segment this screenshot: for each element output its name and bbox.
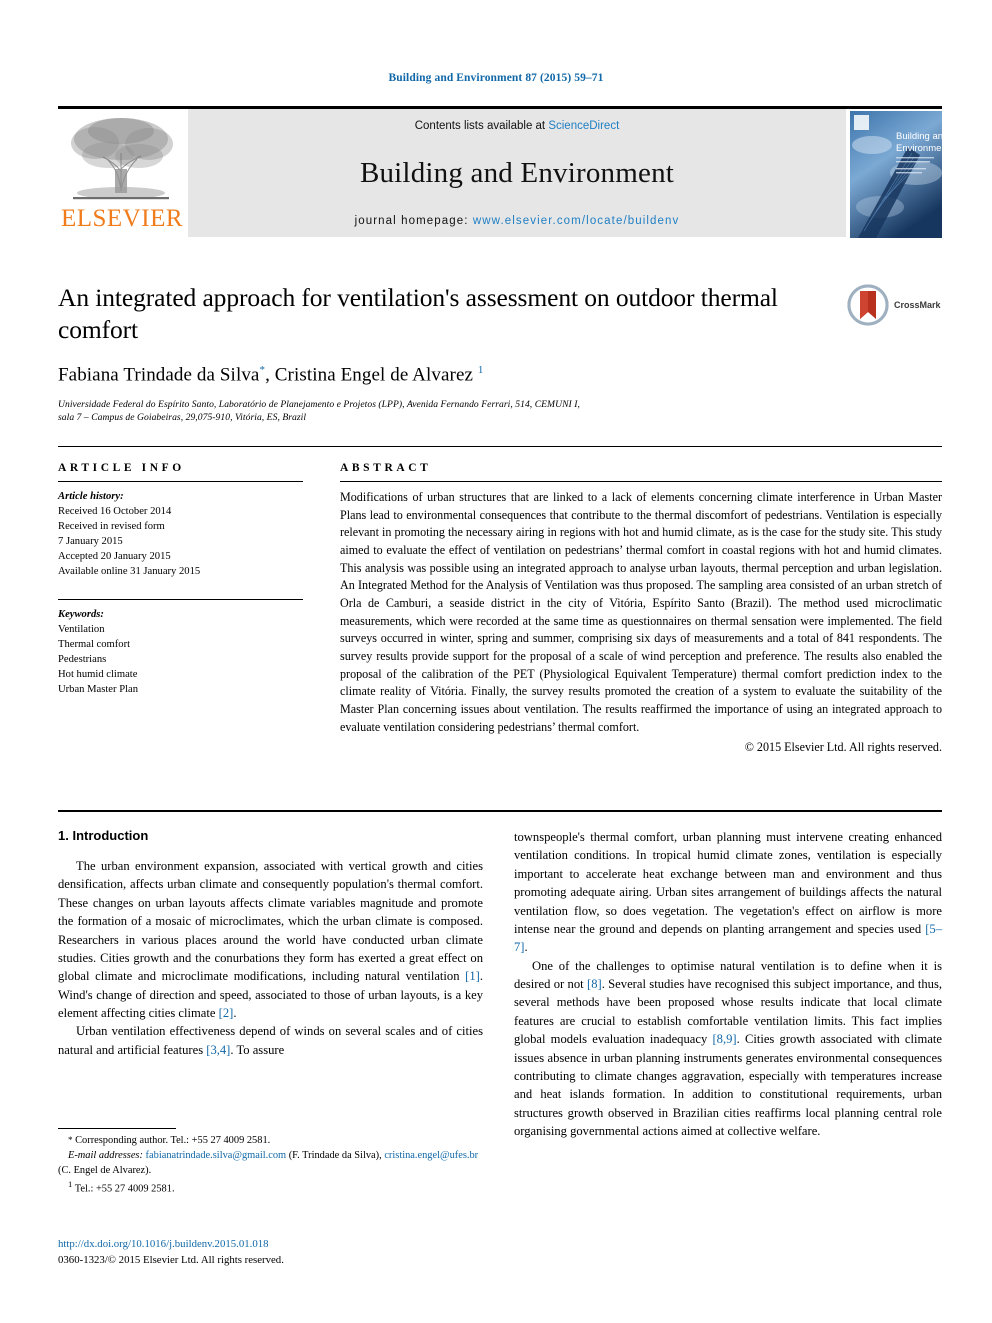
cover-artwork: Building and Environment <box>850 111 942 238</box>
email-link-2[interactable]: cristina.engel@ufes.br <box>384 1150 478 1161</box>
journal-masthead: ELSEVIER Contents lists available at Sci… <box>58 106 942 238</box>
contents-prefix: Contents lists available at <box>414 120 549 132</box>
paragraph: townspeople's thermal comfort, urban pla… <box>514 830 942 955</box>
abstract-copyright: © 2015 Elsevier Ltd. All rights reserved… <box>744 740 942 755</box>
abstract-text: Modifications of urban structures that a… <box>340 490 942 734</box>
title-block: An integrated approach for ventilation's… <box>58 282 942 425</box>
page-title: An integrated approach for ventilation's… <box>58 283 778 345</box>
abstract-column: ABSTRACT Modifications of urban structur… <box>340 462 942 755</box>
citation-ref[interactable]: [2] <box>219 1006 234 1020</box>
article-history-group: Article history: Received 16 October 201… <box>58 489 303 579</box>
abstract-heading: ABSTRACT <box>340 462 432 474</box>
journal-homepage-line: journal homepage: www.elsevier.com/locat… <box>355 215 680 227</box>
doi-block: http://dx.doi.org/10.1016/j.buildenv.201… <box>58 1236 483 1268</box>
author-2: Cristina Engel de Alvarez <box>274 364 474 386</box>
journal-title: Building and Environment <box>359 157 675 189</box>
author-2-footnote-mark: 1 <box>477 364 484 377</box>
article-info-heading: ARTICLE INFO <box>58 462 185 474</box>
paragraph: The urban environment expansion, associa… <box>58 859 483 1020</box>
divider-above-abstract <box>58 446 942 447</box>
keyword-item: Ventilation <box>58 624 105 636</box>
author-footnote-1: 1 Tel.: +55 27 4009 2581. <box>58 1178 483 1197</box>
body-left-column: 1. Introduction The urban environment ex… <box>58 828 483 1059</box>
citation-ref[interactable]: [8] <box>587 977 602 991</box>
cover-title-2: Environment <box>896 143 942 154</box>
homepage-url-link[interactable]: www.elsevier.com/locate/buildenv <box>473 215 680 227</box>
footnote-mark-1: 1 <box>68 1179 73 1190</box>
affiliation-line-2: sala 7 – Campus de Goiabeiras, 29,075-91… <box>58 412 307 424</box>
issn-copyright-line: 0360-1323/© 2015 Elsevier Ltd. All right… <box>58 1254 284 1267</box>
body-right-column: townspeople's thermal comfort, urban pla… <box>514 828 942 1140</box>
journal-cover-image: Building and Environment <box>850 111 942 238</box>
affiliation: Universidade Federal do Espírito Santo, … <box>58 398 778 426</box>
doi-link[interactable]: http://dx.doi.org/10.1016/j.buildenv.201… <box>58 1236 483 1252</box>
elsevier-wordmark: ELSEVIER <box>60 205 184 232</box>
footnotes: * Corresponding author. Tel.: +55 27 400… <box>58 1128 483 1198</box>
keyword-item: Pedestrians <box>58 654 107 666</box>
keywords-label: Keywords: <box>58 609 104 621</box>
history-item: Available online 31 January 2015 <box>58 566 201 578</box>
email-owner-1: (F. Trindade da Silva), <box>288 1149 382 1161</box>
citation-ref[interactable]: [5–7] <box>514 922 942 954</box>
paragraph: One of the challenges to optimise natura… <box>514 958 943 1138</box>
article-info-column: ARTICLE INFO Article history: Received 1… <box>58 462 303 697</box>
corresponding-author-note: * Corresponding author. Tel.: +55 27 400… <box>58 1134 483 1149</box>
journal-cover-thumbnail: Building and Environment <box>850 109 942 238</box>
keyword-item: Urban Master Plan <box>58 684 139 696</box>
contents-lists-line: Contents lists available at ScienceDirec… <box>415 120 620 132</box>
history-item: 7 January 2015 <box>58 536 123 548</box>
affiliation-line-1: Universidade Federal do Espírito Santo, … <box>58 398 580 410</box>
abstract-rule <box>340 481 942 482</box>
divider-above-body <box>58 810 942 812</box>
elsevier-tree-icon <box>71 118 173 200</box>
cover-title-1: Building and <box>896 131 942 142</box>
keyword-item: Thermal comfort <box>58 639 131 651</box>
email-owner-2: (C. Engel de Alvarez). <box>58 1164 152 1176</box>
crossmark-icon <box>847 284 889 326</box>
corresponding-mark: * <box>68 1135 73 1145</box>
author-separator: , <box>265 364 275 386</box>
footnote-text-1: Tel.: +55 27 4009 2581. <box>74 1183 175 1195</box>
history-item: Received in revised form <box>58 521 165 533</box>
author-1: Fabiana Trindade da Silva <box>58 364 260 386</box>
corresponding-text: Corresponding author. Tel.: +55 27 4009 … <box>75 1135 271 1146</box>
masthead-center: Contents lists available at ScienceDirec… <box>188 109 846 237</box>
keyword-item: Hot humid climate <box>58 669 138 681</box>
email-link-1[interactable]: fabianatrindade.silva@gmail.com <box>146 1150 287 1161</box>
author-list: Fabiana Trindade da Silva*, Cristina Eng… <box>58 364 942 386</box>
crossmark-badge[interactable]: CrossMark <box>846 282 942 328</box>
citation-ref[interactable]: [3,4] <box>206 1043 230 1057</box>
crossmark-label: CrossMark <box>894 300 941 310</box>
email-label: E-mail addresses: <box>68 1149 143 1161</box>
email-note: E-mail addresses: fabianatrindade.silva@… <box>58 1149 483 1179</box>
keywords-rule <box>58 599 303 601</box>
keywords-group: Keywords: Ventilation Thermal comfort Pe… <box>58 607 303 697</box>
citation-ref[interactable]: [8,9] <box>712 1032 736 1046</box>
elsevier-logo: ELSEVIER <box>58 109 186 237</box>
footnote-rule <box>58 1128 176 1129</box>
paragraph: Urban ventilation effectiveness depend o… <box>58 1024 483 1057</box>
sciencedirect-link[interactable]: ScienceDirect <box>548 120 619 132</box>
article-page: Building and Environment 87 (2015) 59–71 <box>0 0 992 1323</box>
history-item: Received 16 October 2014 <box>58 506 172 518</box>
history-item: Accepted 20 January 2015 <box>58 551 171 563</box>
article-info-rule <box>58 481 303 482</box>
article-history-label: Article history: <box>58 491 124 502</box>
homepage-prefix: journal homepage: <box>354 215 473 227</box>
running-head: Building and Environment 87 (2015) 59–71 <box>388 72 604 84</box>
citation-ref[interactable]: [1] <box>465 969 480 983</box>
introduction-heading: 1. Introduction <box>58 828 149 843</box>
